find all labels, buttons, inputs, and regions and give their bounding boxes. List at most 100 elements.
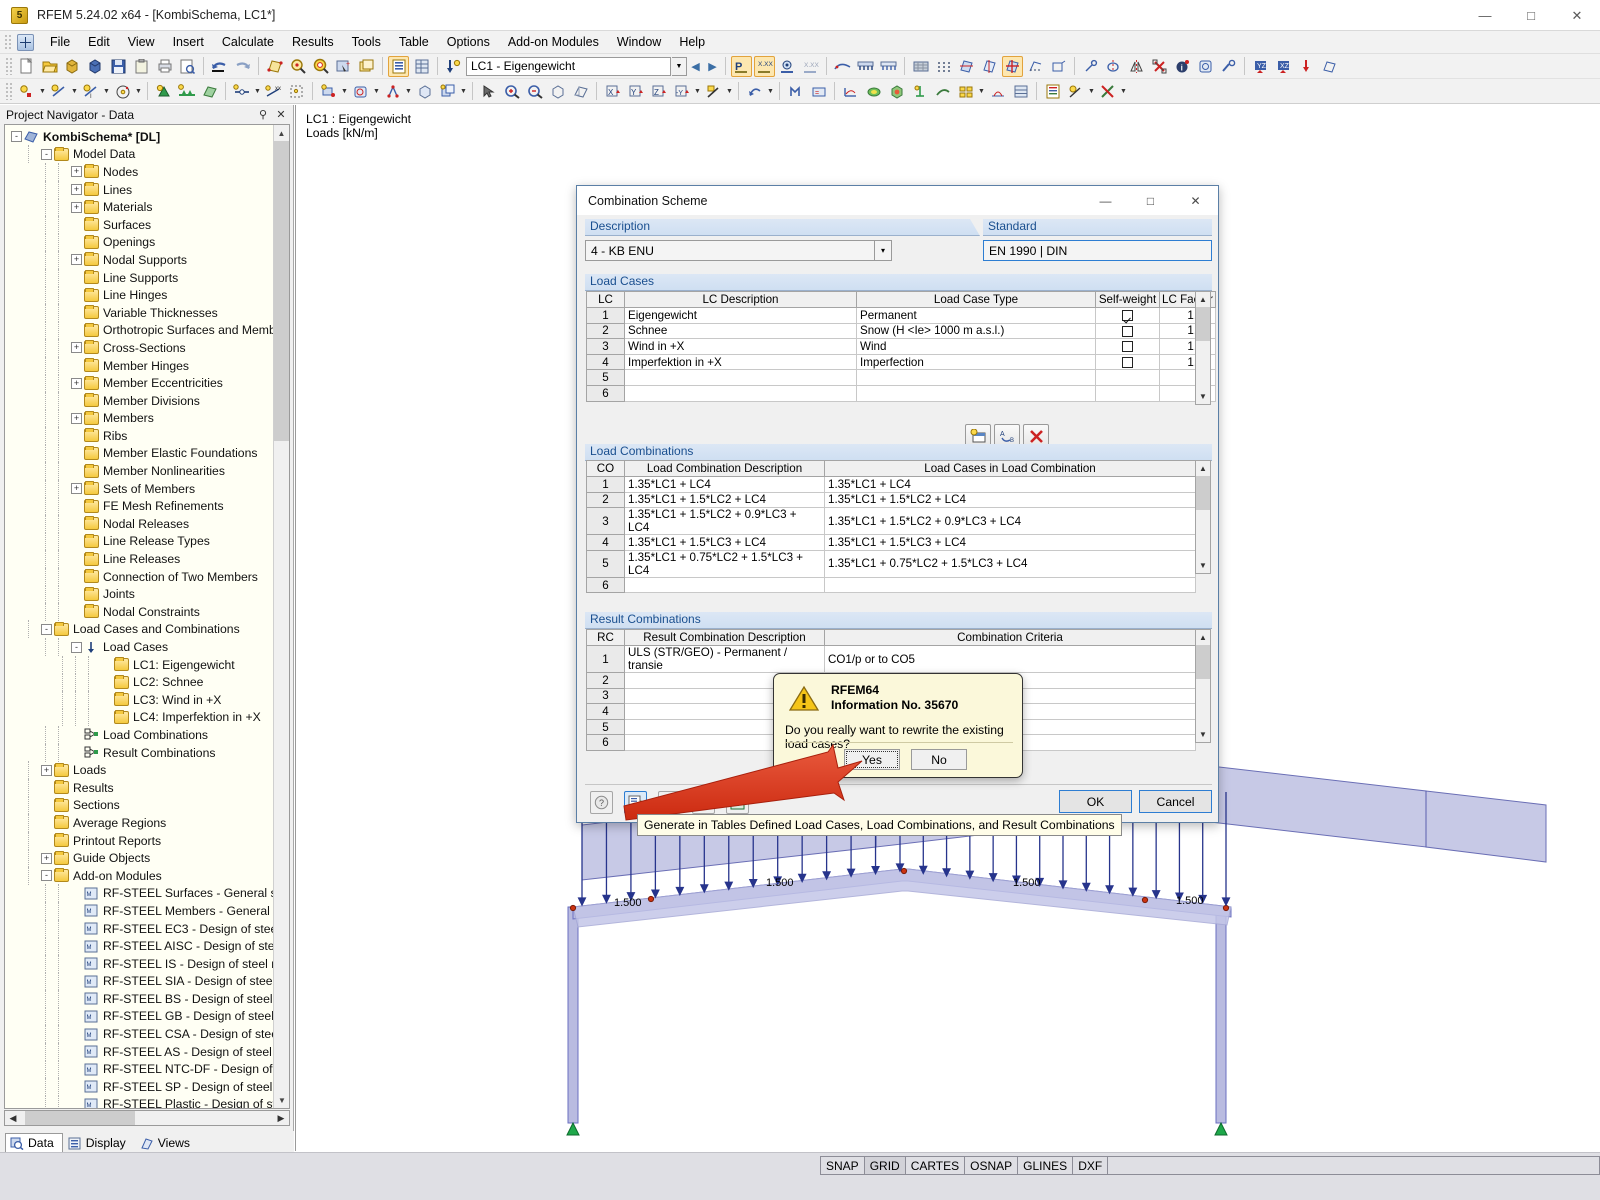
window-controls[interactable]: — □ ✕: [1462, 0, 1600, 31]
lc-description-cell[interactable]: [624, 369, 857, 386]
tree-item-member-nonlinearities[interactable]: Member Nonlinearities: [5, 462, 289, 481]
load-cases-table-wrap[interactable]: LC LC Description Load Case Type Self-weigh…: [586, 291, 1216, 402]
tree-item-lc2-schnee[interactable]: LC2: Schnee: [5, 673, 289, 692]
tree-item-rf-steel-sia-design-of-steel-memb[interactable]: M RF-STEEL SIA - Design of steel memb: [5, 972, 289, 991]
new-window-icon[interactable]: [356, 56, 377, 77]
surface-load-icon[interactable]: [382, 81, 403, 102]
zoom-fit-icon[interactable]: [547, 81, 568, 102]
open-model-icon[interactable]: [62, 56, 83, 77]
tree-item-surfaces[interactable]: Surfaces: [5, 215, 289, 234]
results-sections-icon[interactable]: [932, 81, 953, 102]
statusbar-toggle-glines[interactable]: GLINES: [1017, 1156, 1074, 1175]
tree-item-rf-steel-surfaces-general-stress-an[interactable]: M RF-STEEL Surfaces - General stress an: [5, 884, 289, 903]
scroll-down-arrow-icon[interactable]: ▼: [1196, 558, 1210, 573]
column-header[interactable]: Load Combination Description: [624, 460, 825, 477]
tree-item-model-data[interactable]: - Model Data: [5, 145, 289, 164]
save-scheme-button[interactable]: [658, 791, 681, 814]
load-combinations-table-wrap[interactable]: CO Load Combination Description Load Cases…: [586, 460, 1196, 594]
table-row[interactable]: 2 1.35*LC1 + 1.5*LC2 + LC4 1.35*LC1 + 1.5*…: [586, 491, 1196, 509]
minimize-button[interactable]: —: [1462, 0, 1508, 31]
rotate-view-dropdown-icon[interactable]: ▼: [766, 81, 775, 102]
render-3d-icon[interactable]: [1002, 55, 1023, 77]
results-support-icon[interactable]: [909, 81, 930, 102]
column-header[interactable]: Load Cases in Load Combination: [824, 460, 1196, 477]
rfem-logo-icon[interactable]: [1097, 81, 1118, 102]
self-weight-checkbox[interactable]: [1122, 341, 1133, 353]
tree-item-lc4-imperfektion-in-x[interactable]: LC4: Imperfektion in +X: [5, 708, 289, 727]
column-header[interactable]: LC: [586, 291, 625, 308]
tree-item-rf-steel-as-design-of-steel-membe[interactable]: M RF-STEEL AS - Design of steel membe: [5, 1042, 289, 1061]
lc-type-cell[interactable]: Snow (H <Ie> 1000 m a.s.l.): [856, 322, 1096, 340]
results-solid-icon[interactable]: [886, 81, 907, 102]
new-member-dropdown-icon[interactable]: ▼: [102, 81, 111, 102]
tree-item-rf-steel-aisc-design-of-steel-mem[interactable]: M RF-STEEL AISC - Design of steel mem: [5, 937, 289, 956]
surface-icon[interactable]: [199, 81, 220, 102]
tab-views[interactable]: Views: [135, 1133, 199, 1153]
co-cases-cell[interactable]: 1.35*LC1 + 1.5*LC2 + 0.9*LC3 + LC4: [824, 507, 1196, 536]
view-front-icon[interactable]: YZ: [1250, 56, 1271, 77]
import-xml-button[interactable]: x: [692, 791, 715, 814]
co-description-cell[interactable]: [624, 576, 825, 594]
lc-type-cell[interactable]: Permanent: [856, 307, 1096, 324]
view-3d-icon[interactable]: [570, 81, 591, 102]
dialog-maximize-button[interactable]: □: [1128, 186, 1173, 216]
view-dropdown-icon[interactable]: ▼: [693, 81, 702, 102]
table-row[interactable]: 1 1.35*LC1 + LC4 1.35*LC1 + LC4: [586, 476, 1196, 493]
pin-icon[interactable]: ⚲: [255, 108, 271, 121]
self-weight-cell[interactable]: [1095, 322, 1160, 340]
undo-icon[interactable]: [209, 56, 230, 77]
open-project-icon[interactable]: [85, 56, 106, 77]
table-row[interactable]: 1EigengewichtPermanent1.00: [586, 307, 1216, 324]
lc-description-cell[interactable]: Wind in +X: [624, 338, 857, 355]
settings-icon[interactable]: [1195, 56, 1216, 77]
table-row[interactable]: 4Imperfektion in +XImperfection1.00: [586, 353, 1216, 371]
grid-snap-icon[interactable]: [1025, 56, 1046, 77]
tree-item-variable-thicknesses[interactable]: Variable Thicknesses: [5, 303, 289, 322]
scroll-up-arrow-icon[interactable]: ▲: [274, 125, 289, 141]
zoom-out-icon[interactable]: [524, 81, 545, 102]
line-support-icon[interactable]: [176, 81, 197, 102]
column-header[interactable]: CO: [586, 460, 625, 477]
co-cases-cell[interactable]: 1.35*LC1 + 0.75*LC2 + 1.5*LC3 + LC4: [824, 549, 1196, 578]
render-model2-icon[interactable]: [979, 56, 1000, 77]
menu-item-options[interactable]: Options: [438, 33, 499, 51]
tree-item-load-cases[interactable]: - Load Cases: [5, 638, 289, 657]
tree-item-rf-steel-sp-design-of-steel-membe[interactable]: M RF-STEEL SP - Design of steel membe: [5, 1077, 289, 1096]
tree-item-guide-objects[interactable]: + Guide Objects: [5, 849, 289, 868]
table-row[interactable]: 2SchneeSnow (H <Ie> 1000 m a.s.l.)1.00: [586, 322, 1216, 340]
menu-item-help[interactable]: Help: [670, 33, 714, 51]
calculate-icon[interactable]: [785, 81, 806, 102]
expand-toggle[interactable]: +: [71, 254, 82, 266]
scroll-down-arrow-icon[interactable]: ▼: [1196, 727, 1210, 742]
tree-item-rf-steel-members-general-stress-a[interactable]: M RF-STEEL Members - General stress a: [5, 901, 289, 920]
tree-item-sets-of-members[interactable]: + Sets of Members: [5, 479, 289, 498]
excel-export-button[interactable]: X: [726, 791, 749, 814]
table-row[interactable]: 3Wind in +XWind1.00: [586, 338, 1216, 355]
tree-item-load-combinations[interactable]: Load Combinations: [5, 725, 289, 744]
expand-toggle[interactable]: +: [71, 201, 82, 213]
expand-toggle[interactable]: +: [71, 483, 82, 495]
statusbar-toggle-grid[interactable]: GRID: [863, 1156, 906, 1175]
column-header[interactable]: Load Case Type: [856, 291, 1096, 308]
member-hinge-dropdown-icon[interactable]: ▼: [253, 81, 262, 102]
print-graphic-dropdown-icon[interactable]: ▼: [1087, 81, 1096, 102]
new-line-dropdown-icon[interactable]: ▼: [70, 81, 79, 102]
load-case-dropdown-arrow-icon[interactable]: ▼: [672, 56, 687, 76]
print-icon[interactable]: [154, 56, 175, 77]
new-load-case-icon[interactable]: [443, 56, 464, 77]
maximize-button[interactable]: □: [1508, 0, 1554, 31]
tree-item-line-release-types[interactable]: Line Release Types: [5, 532, 289, 551]
member-hinge-icon[interactable]: [231, 81, 252, 102]
description-combo[interactable]: 4 - KB ENU: [585, 240, 875, 261]
co-cases-cell[interactable]: 1.35*LC1 + 1.5*LC2 + LC4: [824, 491, 1196, 509]
line-load-dropdown-icon[interactable]: ▼: [372, 81, 381, 102]
scroll-up-arrow-icon[interactable]: ▲: [1196, 461, 1210, 476]
load-combinations-table[interactable]: CO Load Combination Description Load Cases…: [586, 460, 1196, 594]
close-button[interactable]: ✕: [1554, 0, 1600, 31]
collapse-toggle[interactable]: -: [41, 870, 52, 882]
tree-item-nodal-supports[interactable]: + Nodal Supports: [5, 250, 289, 269]
co-cases-cell[interactable]: 1.35*LC1 + LC4: [824, 476, 1196, 493]
dialog-window-controls[interactable]: — □ ✕: [1083, 186, 1218, 216]
expand-toggle[interactable]: +: [41, 852, 52, 864]
view-iso-icon[interactable]: [1319, 56, 1340, 77]
